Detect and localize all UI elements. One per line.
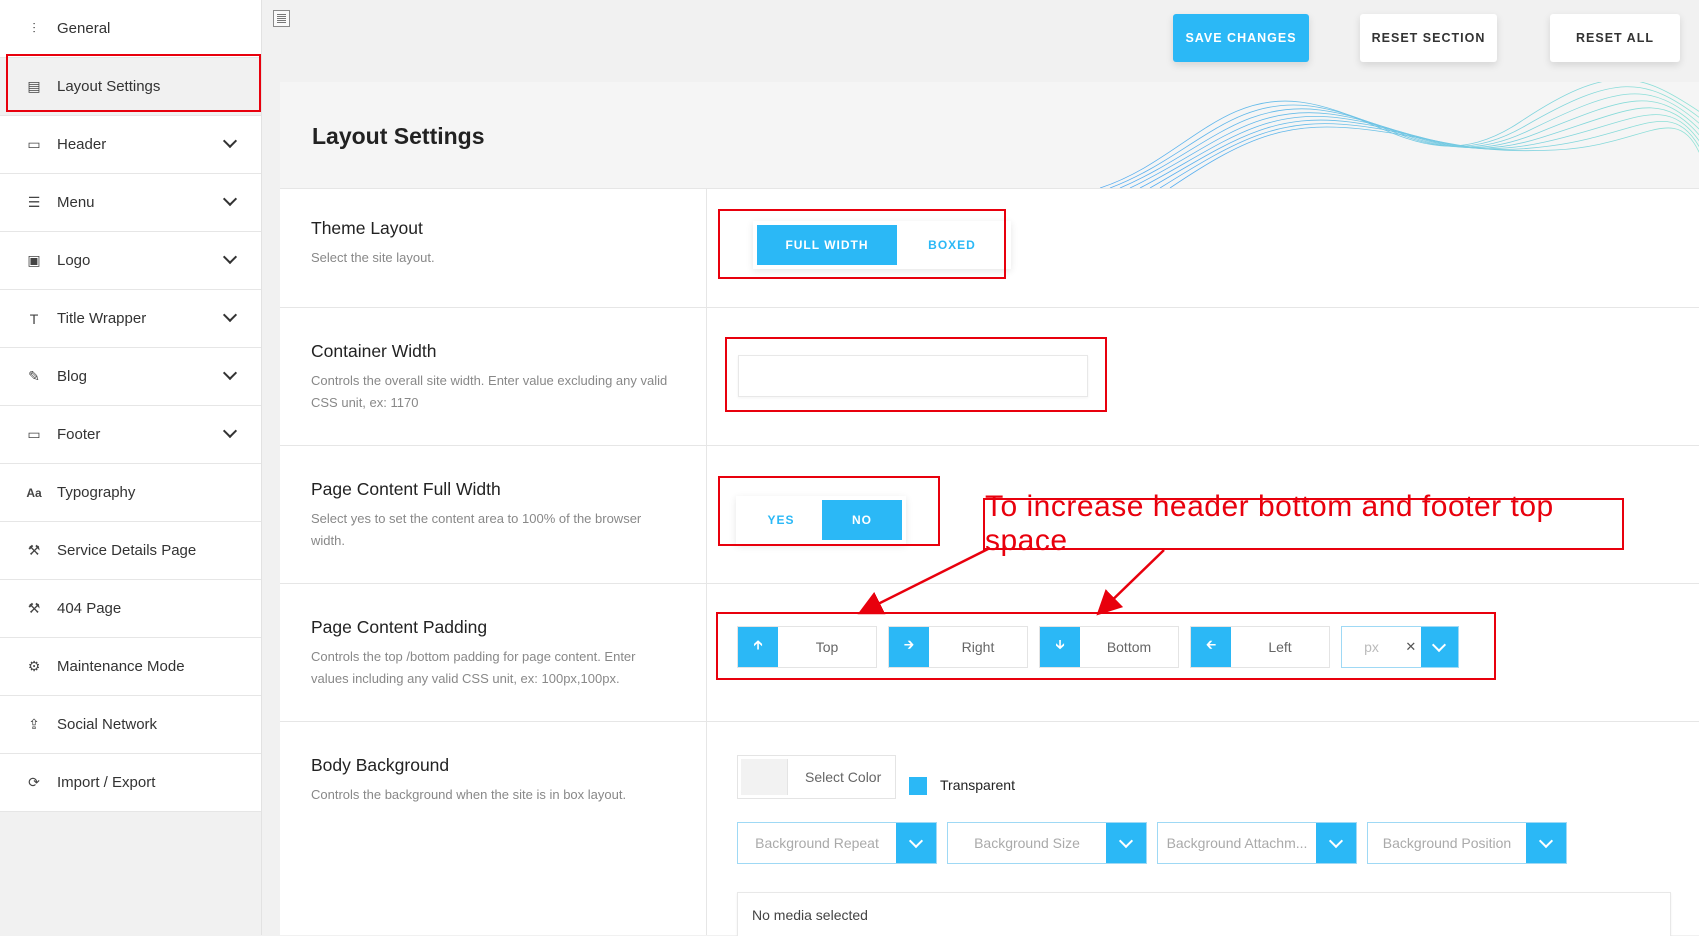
annotation-arrows (857, 546, 1165, 616)
